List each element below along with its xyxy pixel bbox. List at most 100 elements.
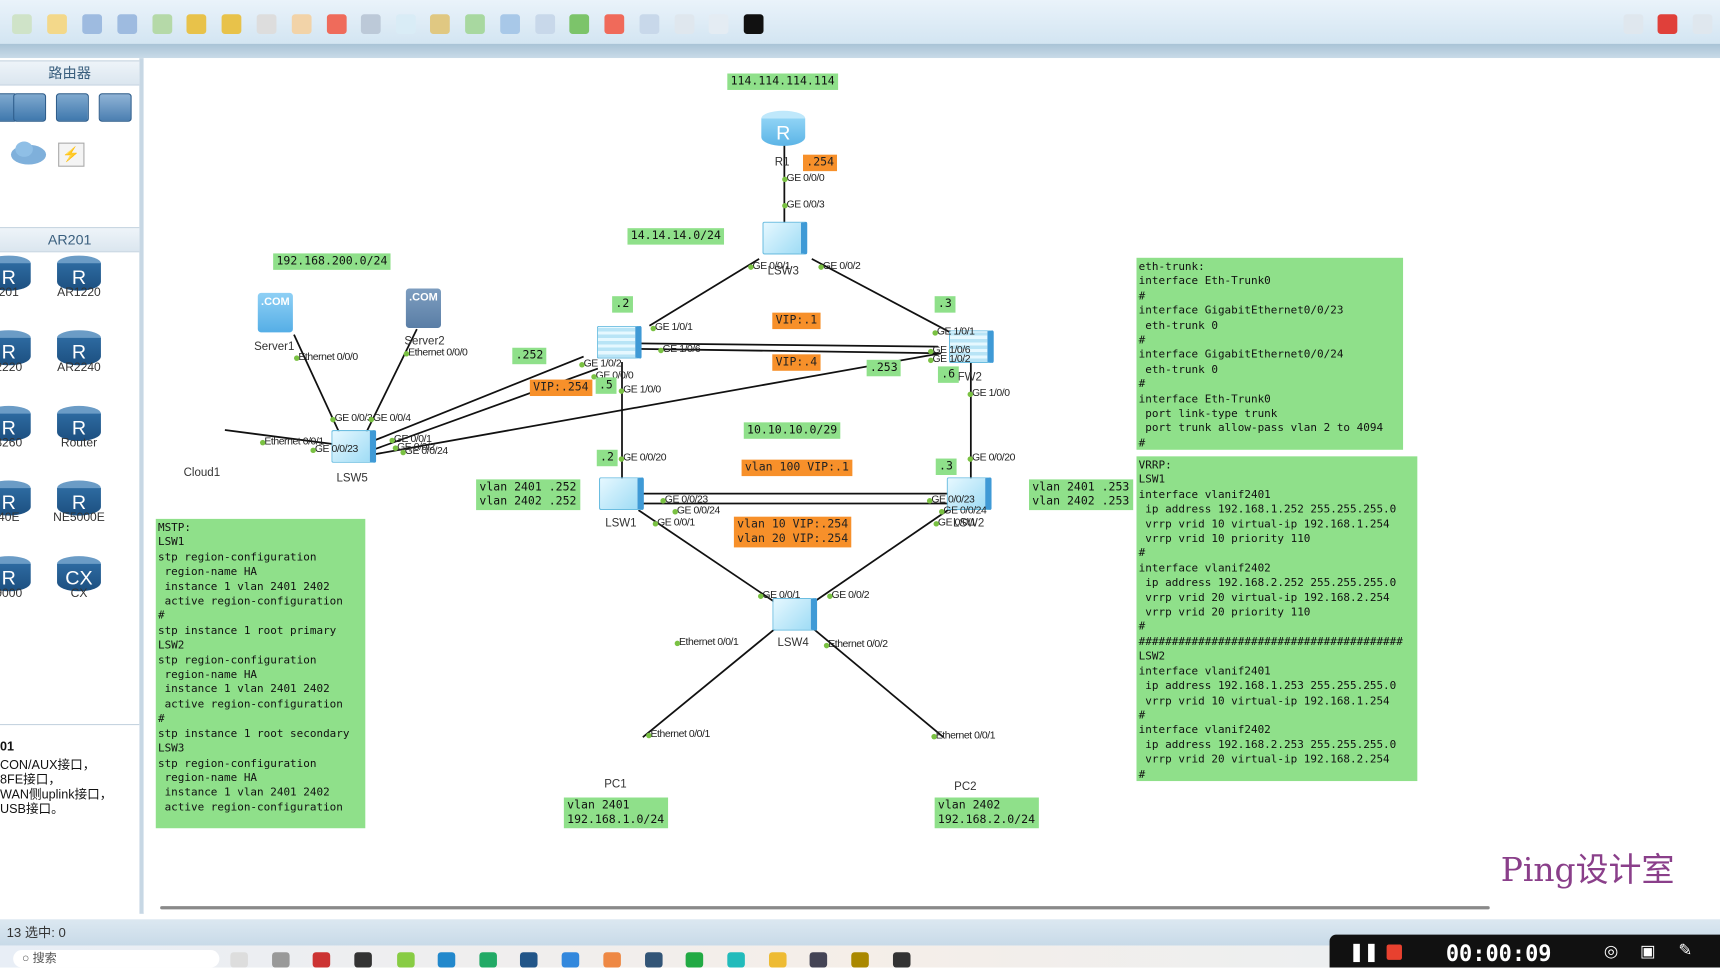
taskbar-app-icon[interactable] <box>645 952 663 968</box>
port-status-dot <box>967 391 974 398</box>
search-placeholder: 搜索 <box>32 952 57 966</box>
ip-annotation[interactable]: .3 <box>934 296 956 313</box>
server-icon[interactable]: .COM <box>257 292 293 333</box>
pen-icon[interactable]: ✎ <box>1678 940 1692 960</box>
port-label: GE 0/0/24 <box>404 445 448 458</box>
port-label: Ethernet 0/0/0 <box>408 346 468 359</box>
taskbar-app-icon[interactable] <box>479 952 497 968</box>
ip-annotation[interactable]: .3 <box>935 458 957 476</box>
port-status-dot <box>652 521 659 527</box>
port-label: Ethernet 0/0/2 <box>828 638 888 651</box>
taskbar-app-icon[interactable] <box>397 952 415 968</box>
taskbar-app-icon[interactable] <box>768 952 787 968</box>
mstp-config-note[interactable]: MSTP: LSW1 stp region-configuration regi… <box>155 518 366 829</box>
switch-icon[interactable] <box>772 597 818 631</box>
vrrp-config-note[interactable]: VRRP: LSW1 interface vlanif2401 ip addre… <box>1136 456 1418 782</box>
port-label: GE 1/0/2 <box>932 353 971 366</box>
taskbar-app-icon[interactable] <box>727 952 745 968</box>
link-line[interactable] <box>372 355 584 442</box>
ip-annotation[interactable]: .5 <box>595 377 617 394</box>
taskbar-app-icon[interactable] <box>437 952 456 968</box>
ip-annotation[interactable]: .2 <box>596 449 618 467</box>
ip-annotation[interactable]: .252 <box>512 347 547 365</box>
ip-annotation[interactable]: .253 <box>866 359 901 377</box>
vip-annotation[interactable]: VIP:.1 <box>772 312 821 330</box>
taskbar-app-icon[interactable] <box>809 952 828 968</box>
port-label: GE 0/0/4 <box>372 412 411 425</box>
port-status-dot <box>650 325 657 332</box>
link-line[interactable] <box>375 352 942 456</box>
taskbar-app-icon[interactable] <box>312 952 331 968</box>
taskbar-app-icon[interactable] <box>892 952 911 968</box>
vip-annotation[interactable]: VIP:.254 <box>529 379 592 397</box>
pause-icon[interactable]: ❚❚ <box>1349 941 1378 963</box>
firewall-icon[interactable] <box>596 325 642 359</box>
vip-annotation[interactable]: VIP:.4 <box>772 354 821 371</box>
taskbar-app-icon[interactable] <box>851 952 869 968</box>
port-label: GE 0/0/24 <box>943 504 987 517</box>
record-timer: 00:00:09 <box>1445 940 1552 967</box>
port-status-dot <box>782 202 788 209</box>
port-status-dot <box>259 439 266 446</box>
port-status-dot <box>579 362 585 368</box>
port-label: GE 0/0/2 <box>822 259 861 273</box>
port-status-dot <box>293 355 300 361</box>
port-label: GE 1/0/0 <box>623 383 661 397</box>
port-status-dot <box>310 447 316 454</box>
focus-icon[interactable]: ◎ <box>1604 941 1618 961</box>
taskbar-app-icon[interactable] <box>603 952 621 968</box>
vip-annotation[interactable]: vlan 10 VIP:.254 vlan 20 VIP:.254 <box>733 516 852 548</box>
port-status-dot <box>403 351 410 357</box>
vip-annotation[interactable]: vlan 100 VIP:.1 <box>741 459 853 477</box>
port-label: Ethernet 0/0/1 <box>650 728 711 741</box>
switch-icon[interactable] <box>598 477 644 511</box>
ip-annotation[interactable]: vlan 2401 .253 vlan 2402 .253 <box>1028 479 1133 511</box>
ip-annotation[interactable]: vlan 2402 192.168.2.0/24 <box>934 797 1039 829</box>
link-line[interactable] <box>648 258 760 327</box>
port-status-dot <box>658 347 664 354</box>
watermark: Ping设计室 <box>1500 851 1675 890</box>
port-status-dot <box>392 445 399 451</box>
ip-annotation[interactable]: 14.14.14.0/24 <box>627 228 725 245</box>
taskbar-app-icon[interactable] <box>685 952 704 968</box>
port-label: GE 0/0/2 <box>831 589 870 602</box>
horizontal-scrollbar[interactable] <box>160 906 1490 910</box>
ip-annotation[interactable]: 10.10.10.0/29 <box>743 422 841 439</box>
port-status-dot <box>827 593 833 599</box>
ip-annotation[interactable]: 114.114.114.114 <box>727 73 838 90</box>
port-status-dot <box>758 593 764 599</box>
ip-annotation[interactable]: 192.168.200.0/24 <box>273 253 391 270</box>
search-icon: ○ <box>21 952 33 966</box>
port-status-dot <box>660 498 666 504</box>
taskbar-search[interactable]: ○ 搜索 <box>13 950 220 968</box>
port-status-dot <box>672 509 678 515</box>
camera-icon[interactable]: ▣ <box>1640 941 1656 961</box>
taskbar-app-icon[interactable] <box>519 952 538 968</box>
eth-trunk-config-note[interactable]: eth-trunk: interface Eth-Trunk0 # interf… <box>1136 257 1404 450</box>
port-status-dot <box>928 357 934 364</box>
ip-annotation[interactable]: .2 <box>612 296 633 313</box>
port-label: GE 0/0/1 <box>937 516 976 529</box>
stop-record-icon[interactable] <box>1386 944 1402 960</box>
vip-annotation[interactable]: .254 <box>803 154 838 172</box>
ip-annotation[interactable]: vlan 2401 .252 vlan 2402 .252 <box>476 479 580 511</box>
taskbar-app-icon[interactable] <box>561 952 580 968</box>
ip-annotation[interactable]: .6 <box>937 366 959 383</box>
node-label: PC2 <box>954 779 977 794</box>
port-status-dot <box>618 388 625 394</box>
switch-icon[interactable] <box>762 221 808 255</box>
port-label: GE 1/0/1 <box>654 321 693 334</box>
router-icon[interactable]: R <box>761 110 806 146</box>
port-status-dot <box>818 264 824 270</box>
port-label: GE 0/0/24 <box>676 504 720 517</box>
taskbar-app-icon[interactable] <box>354 952 372 968</box>
port-label: Ethernet 0/0/1 <box>935 729 996 742</box>
server-icon[interactable]: .COM <box>405 288 441 329</box>
taskbar-app-icon[interactable] <box>272 952 290 968</box>
port-label: GE 1/0/6 <box>662 343 701 356</box>
port-label: GE 1/0/1 <box>936 325 975 338</box>
ip-annotation[interactable]: vlan 2401 192.168.1.0/24 <box>563 797 668 829</box>
port-label: GE 0/0/1 <box>752 259 791 273</box>
taskbar-app-icon[interactable] <box>230 952 248 968</box>
port-status-dot <box>748 264 754 270</box>
